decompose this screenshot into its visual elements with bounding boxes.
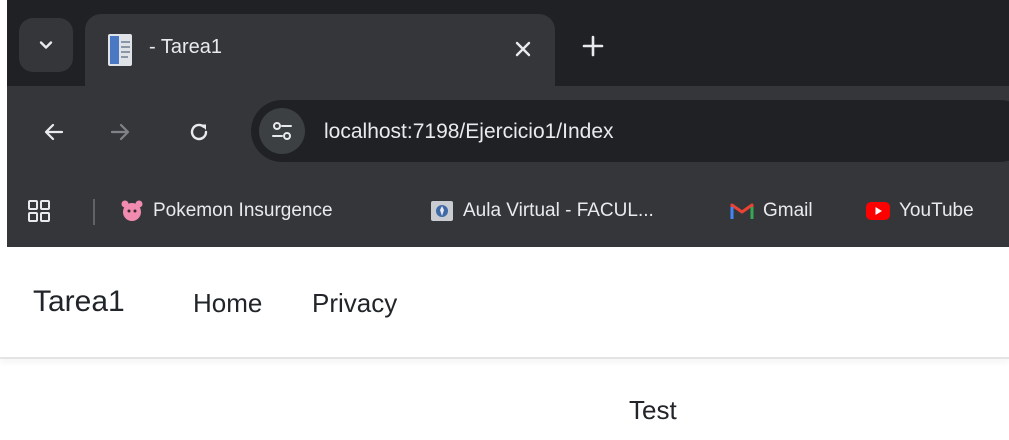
browser-chrome: - Tarea1 localhost:7198/Ejercicio1/Index…: [7, 0, 1009, 247]
apps-grid-icon: [28, 200, 50, 222]
bookmark-label: Aula Virtual - FACUL...: [463, 200, 654, 221]
nav-link-home[interactable]: Home: [193, 288, 262, 319]
tab-close-button[interactable]: [505, 31, 541, 67]
url-text[interactable]: localhost:7198/Ejercicio1/Index: [324, 120, 614, 144]
bookmark-pokemon-insurgence[interactable]: Pokemon Insurgence: [120, 192, 333, 230]
tab-search-button[interactable]: [19, 18, 73, 72]
university-icon: [431, 201, 453, 221]
tune-icon: [272, 122, 292, 140]
reload-icon: [190, 123, 208, 141]
back-button[interactable]: [34, 112, 74, 152]
address-bar[interactable]: localhost:7198/Ejercicio1/Index: [251, 100, 1009, 162]
arrow-right-icon: [110, 123, 130, 141]
navbar-brand[interactable]: Tarea1: [33, 285, 125, 319]
gmail-icon: [730, 203, 754, 219]
bookmark-label: Gmail: [763, 200, 813, 221]
tab-title: - Tarea1: [149, 36, 223, 58]
main-content-text: Test: [629, 395, 677, 425]
site-info-button[interactable]: [259, 108, 305, 154]
youtube-icon: [866, 202, 890, 220]
tab-strip: - Tarea1: [7, 0, 1009, 86]
bookmark-gmail[interactable]: Gmail: [730, 192, 813, 230]
apps-button[interactable]: [21, 193, 57, 229]
bookmarks-divider: [93, 199, 95, 225]
chevron-down-icon: [39, 41, 53, 49]
document-icon: [108, 34, 132, 66]
tab-active[interactable]: - Tarea1: [85, 14, 555, 86]
bookmark-aula-virtual[interactable]: Aula Virtual - FACUL...: [430, 192, 654, 230]
browser-toolbar: localhost:7198/Ejercicio1/Index: [7, 86, 1009, 176]
pokemon-icon: [121, 200, 143, 221]
bookmark-youtube[interactable]: YouTube: [866, 192, 974, 230]
bookmarks-bar: Pokemon Insurgence Aula Virtual - FACUL.…: [7, 176, 1009, 247]
plus-icon: [582, 35, 604, 57]
nav-link-privacy[interactable]: Privacy: [312, 288, 397, 319]
site-navbar: Tarea1 Home Privacy: [0, 247, 1009, 359]
reload-button[interactable]: [179, 112, 219, 152]
arrow-left-icon: [44, 123, 64, 141]
close-icon: [515, 41, 531, 57]
forward-button[interactable]: [100, 112, 140, 152]
bookmark-label: Pokemon Insurgence: [153, 200, 333, 221]
new-tab-button[interactable]: [573, 26, 613, 66]
bookmark-label: YouTube: [899, 200, 974, 221]
